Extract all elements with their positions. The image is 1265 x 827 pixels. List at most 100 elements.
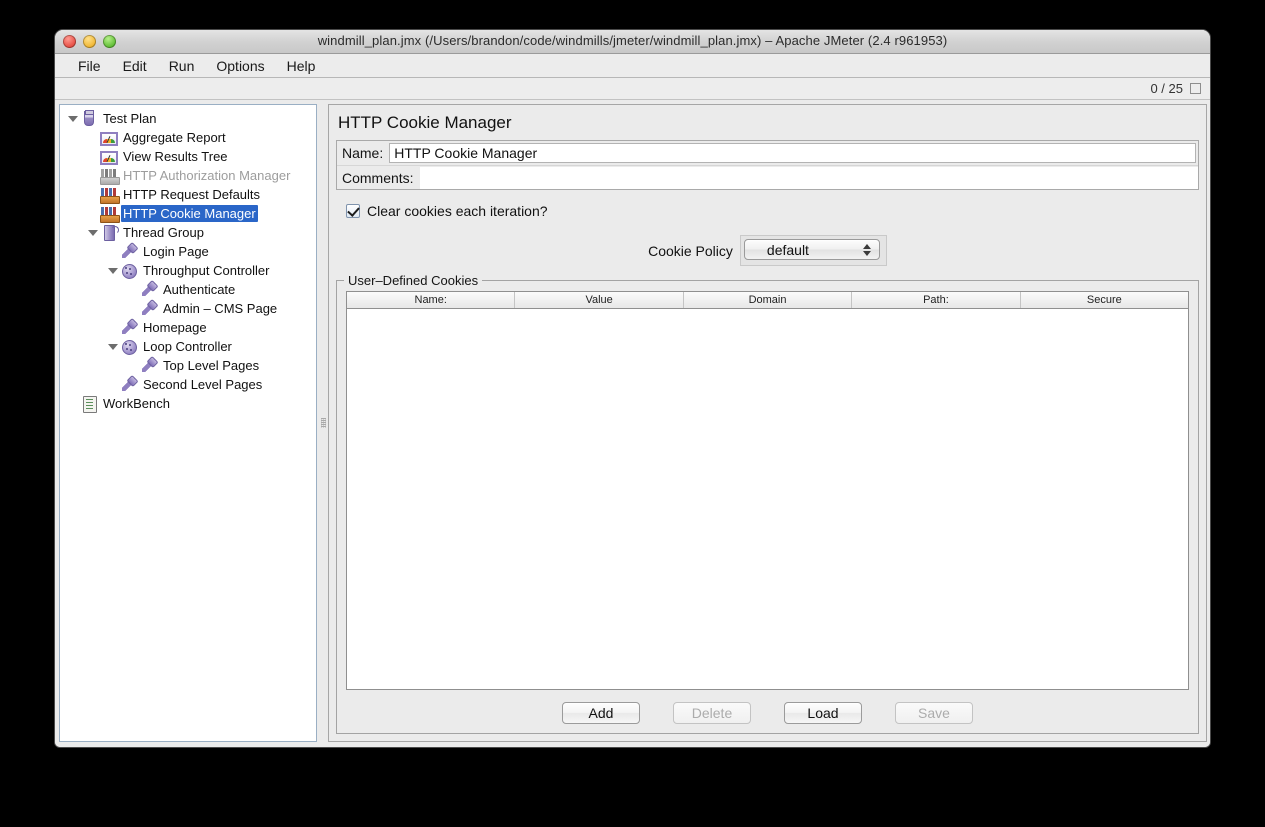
column-header-path[interactable]: Path: [852, 292, 1020, 308]
tree-item-second-level-pages[interactable]: Second Level Pages [60, 375, 316, 394]
cookie-policy-row: Cookie Policy default [336, 235, 1199, 266]
rack-icon [100, 206, 118, 222]
tree-item-homepage[interactable]: Homepage [60, 318, 316, 337]
title-bar: windmill_plan.jmx (/Users/brandon/code/w… [55, 30, 1210, 54]
tree-item-label: Loop Controller [141, 338, 234, 355]
column-header-secure[interactable]: Secure [1021, 292, 1188, 308]
report-icon [100, 132, 118, 146]
tree-item-label: Test Plan [101, 110, 158, 127]
tree-item-label: Throughput Controller [141, 262, 271, 279]
cookie-actions: Add Delete Load Save [346, 702, 1189, 724]
thread-icon [100, 224, 118, 241]
report-icon [100, 151, 118, 165]
tree-item-test-plan[interactable]: Test Plan [60, 109, 316, 128]
cookies-table-header: Name:ValueDomainPath:Secure [347, 292, 1188, 309]
tree-item-view-results-tree[interactable]: View Results Tree [60, 147, 316, 166]
tree-item-label: WorkBench [101, 395, 172, 412]
tree-item-label: Aggregate Report [121, 129, 228, 146]
tree-item-aggregate-report[interactable]: Aggregate Report [60, 128, 316, 147]
tree-item-label: Second Level Pages [141, 376, 264, 393]
name-row: Name: HTTP Cookie Manager [337, 141, 1198, 165]
column-header-name[interactable]: Name: [347, 292, 515, 308]
run-status-indicator-icon [1190, 83, 1201, 94]
cookies-table[interactable]: Name:ValueDomainPath:Secure [346, 291, 1189, 690]
rack-icon [100, 187, 118, 203]
save-button: Save [895, 702, 973, 724]
clear-cookies-checkbox[interactable] [346, 204, 360, 218]
tree-item-http-cookie-manager[interactable]: HTTP Cookie Manager [60, 204, 316, 223]
sampler-icon [120, 243, 138, 260]
user-defined-cookies-group: User–Defined Cookies Name:ValueDomainPat… [336, 280, 1199, 734]
sampler-icon [120, 376, 138, 393]
cookies-table-body[interactable] [347, 309, 1188, 689]
cookie-policy-select[interactable]: default [744, 239, 880, 260]
add-button[interactable]: Add [562, 702, 640, 724]
cookie-policy-combo-shell: default [740, 235, 887, 266]
window-body: Test Plan Aggregate Report View Results Tr… [55, 100, 1210, 747]
test-plan-tree[interactable]: Test Plan Aggregate Report View Results Tr… [59, 104, 317, 742]
tree-item-label: Authenticate [161, 281, 237, 298]
sampler-icon [140, 357, 158, 374]
menu-help[interactable]: Help [276, 56, 327, 76]
tree-item-http-authorization-manager[interactable]: HTTP Authorization Manager [60, 166, 316, 185]
thread-run-counter: 0 / 25 [1150, 81, 1183, 96]
controller-icon [120, 262, 138, 279]
cookie-policy-label: Cookie Policy [648, 243, 733, 259]
group-legend: User–Defined Cookies [344, 273, 482, 288]
expand-arrow-icon[interactable] [106, 344, 120, 350]
cookie-policy-value: default [745, 242, 809, 258]
tree-item-loop-controller[interactable]: Loop Controller [60, 337, 316, 356]
delete-button: Delete [673, 702, 751, 724]
sampler-icon [120, 319, 138, 336]
tree-item-label: View Results Tree [121, 148, 230, 165]
comments-row: Comments: [337, 165, 1198, 189]
expand-arrow-icon[interactable] [66, 116, 80, 122]
expand-arrow-icon[interactable] [106, 268, 120, 274]
tree-item-label: Admin – CMS Page [161, 300, 279, 317]
window-title: windmill_plan.jmx (/Users/brandon/code/w… [55, 33, 1210, 48]
tree-item-label: Top Level Pages [161, 357, 261, 374]
comments-label: Comments: [337, 170, 420, 186]
tree-item-throughput-controller[interactable]: Throughput Controller [60, 261, 316, 280]
tree-item-label: HTTP Cookie Manager [121, 205, 258, 222]
sampler-icon [140, 300, 158, 317]
pane-splitter[interactable] [317, 104, 328, 742]
expand-arrow-icon[interactable] [86, 230, 100, 236]
menu-options[interactable]: Options [205, 56, 275, 76]
page-title: HTTP Cookie Manager [338, 113, 1199, 133]
menu-file[interactable]: File [67, 56, 112, 76]
column-header-domain[interactable]: Domain [684, 292, 852, 308]
menu-run[interactable]: Run [158, 56, 206, 76]
tree-item-admin-cms-page[interactable]: Admin – CMS Page [60, 299, 316, 318]
chevron-updown-icon [863, 243, 871, 257]
menu-bar: File Edit Run Options Help [55, 54, 1210, 78]
rack-off-icon [100, 168, 118, 184]
clear-cookies-label: Clear cookies each iteration? [367, 203, 548, 219]
tree-item-label: HTTP Authorization Manager [121, 167, 292, 184]
element-editor-panel: HTTP Cookie Manager Name: HTTP Cookie Ma… [328, 104, 1207, 742]
tree-item-authenticate[interactable]: Authenticate [60, 280, 316, 299]
menu-edit[interactable]: Edit [112, 56, 158, 76]
tree-item-label: Thread Group [121, 224, 206, 241]
toolbar: 0 / 25 [55, 78, 1210, 100]
column-header-value[interactable]: Value [515, 292, 683, 308]
name-comments-box: Name: HTTP Cookie Manager Comments: [336, 140, 1199, 190]
tree-item-top-level-pages[interactable]: Top Level Pages [60, 356, 316, 375]
tree-item-login-page[interactable]: Login Page [60, 242, 316, 261]
clear-cookies-row[interactable]: Clear cookies each iteration? [346, 201, 1199, 221]
tree-item-label: Login Page [141, 243, 211, 260]
tree-item-label: Homepage [141, 319, 209, 336]
testplan-icon [80, 110, 98, 127]
name-label: Name: [337, 145, 389, 161]
name-input[interactable]: HTTP Cookie Manager [389, 143, 1196, 163]
tree-item-label: HTTP Request Defaults [121, 186, 262, 203]
tree-item-workbench[interactable]: WorkBench [60, 394, 316, 413]
comments-input[interactable] [420, 167, 1198, 189]
jmeter-window: windmill_plan.jmx (/Users/brandon/code/w… [55, 30, 1210, 747]
tree-item-http-request-defaults[interactable]: HTTP Request Defaults [60, 185, 316, 204]
controller-icon [120, 338, 138, 355]
sampler-icon [140, 281, 158, 298]
workbench-icon [80, 395, 98, 412]
tree-item-thread-group[interactable]: Thread Group [60, 223, 316, 242]
load-button[interactable]: Load [784, 702, 862, 724]
